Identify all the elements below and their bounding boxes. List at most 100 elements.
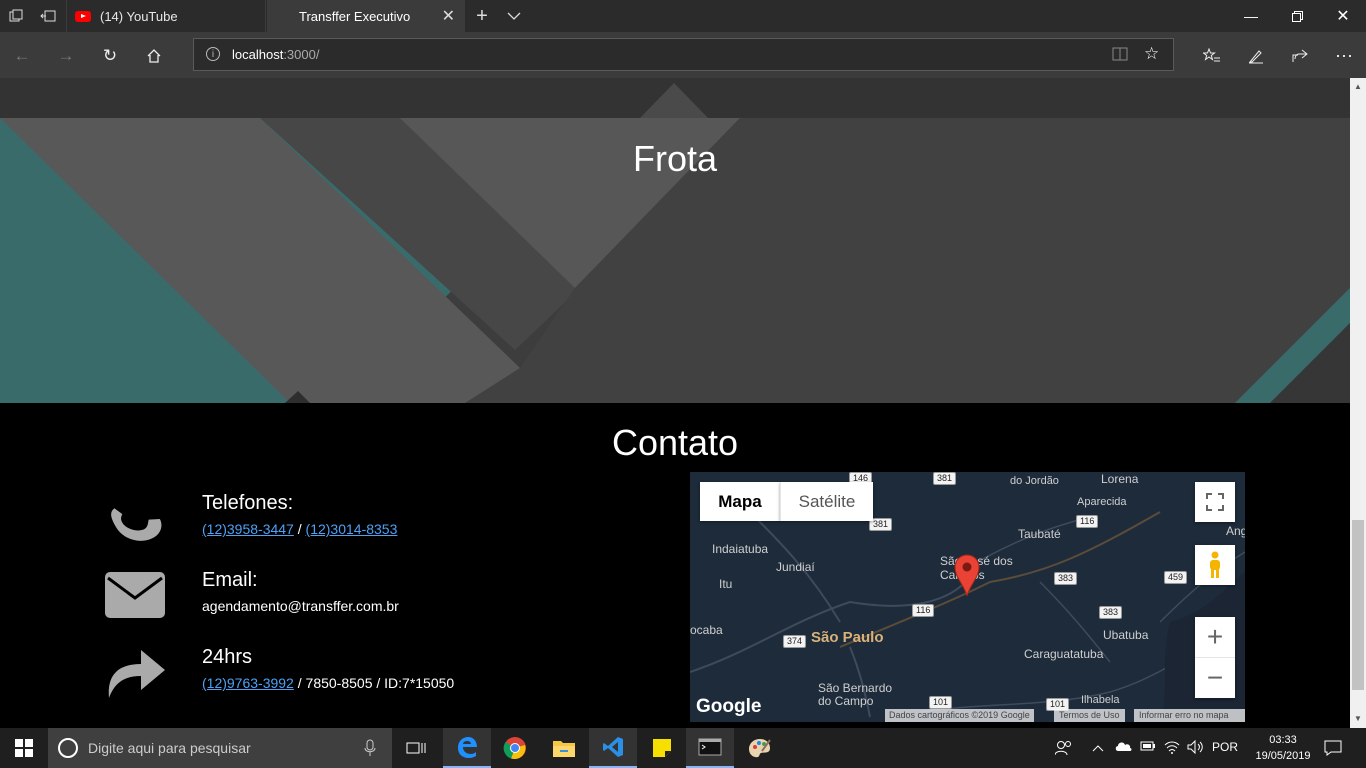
tab-transffer[interactable]: Transffer Executivo ✕: [267, 0, 465, 32]
frota-title: Frota: [632, 138, 718, 179]
map-label: Indaiatuba: [712, 542, 769, 556]
search-placeholder: Digite aqui para pesquisar: [88, 740, 251, 756]
url-host: localhost: [232, 47, 284, 62]
forward-arrow-icon: [105, 646, 165, 706]
set-aside-tabs-icon[interactable]: [40, 8, 56, 24]
wifi-icon[interactable]: [1164, 740, 1180, 757]
web-page: Frota Contato Telefones: (12)3958-3447 /…: [0, 78, 1350, 728]
pen-notes-icon[interactable]: [1244, 44, 1268, 68]
zoom-in-icon[interactable]: +: [1195, 618, 1235, 658]
zoom-out-icon[interactable]: −: [1195, 658, 1235, 698]
tab-label: Transffer Executivo: [299, 8, 411, 24]
clock-date: 19/05/2019: [1255, 750, 1311, 762]
map-label: São Bernardo do Campo: [818, 681, 893, 708]
new-tab-icon[interactable]: +: [474, 6, 490, 26]
battery-icon[interactable]: [1140, 740, 1156, 755]
minimize-icon[interactable]: —: [1228, 0, 1274, 32]
email-address: agendamento@transffer.com.br: [202, 598, 399, 614]
info-icon[interactable]: i: [206, 47, 220, 61]
url-port: :3000/: [283, 47, 320, 62]
favorite-star-icon[interactable]: ☆: [1144, 44, 1159, 64]
map-type-satelite-button[interactable]: Satélite: [780, 482, 873, 521]
paint-icon[interactable]: [736, 728, 784, 768]
refresh-icon[interactable]: ↻: [98, 44, 122, 68]
road-shield: 459: [1164, 571, 1188, 584]
terminal-icon[interactable]: [686, 728, 734, 768]
chevron-down-icon[interactable]: [506, 8, 522, 24]
map-label: Taubaté: [1018, 527, 1061, 541]
map-terms-link[interactable]: Termos de Uso: [1054, 709, 1125, 722]
tab-label: (14) YouTube: [100, 8, 178, 24]
people-icon[interactable]: [1054, 740, 1073, 759]
contato-title: Contato: [611, 422, 739, 463]
windows-start-icon[interactable]: [0, 728, 48, 768]
youtube-icon: [75, 10, 91, 22]
microphone-icon[interactable]: [364, 739, 376, 760]
edge-browser-icon[interactable]: [443, 728, 491, 768]
page-scrollbar[interactable]: ▲ ▼: [1350, 78, 1366, 728]
chrome-icon[interactable]: [491, 728, 539, 768]
close-tab-icon[interactable]: ✕: [442, 6, 455, 26]
phone-link-1[interactable]: (12)3958-3447: [202, 521, 294, 537]
telefones-line: (12)3958-3447 / (12)3014-8353: [202, 521, 397, 537]
tab-manager-icon[interactable]: [8, 8, 24, 24]
cortana-icon: [58, 738, 78, 758]
road-shield: 116: [912, 604, 935, 617]
reading-view-icon[interactable]: [1112, 47, 1128, 66]
map-label: Caraguatatuba: [1024, 647, 1104, 661]
address-bar[interactable]: i localhost:3000/ ☆: [193, 38, 1174, 71]
browser-tab-bar: (14) YouTube Transffer Executivo ✕ + — ✕: [0, 0, 1366, 32]
map-label: Ubatuba: [1103, 628, 1149, 642]
phone-link-2[interactable]: (12)3014-8353: [306, 521, 398, 537]
fullscreen-icon[interactable]: [1195, 482, 1235, 522]
home-icon[interactable]: [142, 44, 166, 68]
onedrive-icon[interactable]: [1114, 740, 1132, 755]
file-explorer-icon[interactable]: [540, 728, 588, 768]
google-map[interactable]: Indaiatuba Jundiaí Itu ocaba São Paulo S…: [690, 472, 1245, 722]
map-label: Ilhabela: [1081, 694, 1120, 706]
chevron-up-icon[interactable]: [1092, 740, 1104, 755]
map-data-credit: Dados cartográficos ©2019 Google: [885, 709, 1034, 722]
restore-icon[interactable]: [1274, 0, 1320, 32]
road-shield: 383: [1054, 572, 1078, 585]
action-center-icon[interactable]: [1324, 740, 1342, 759]
email-title: Email:: [202, 569, 258, 591]
map-label: Lorena: [1101, 472, 1139, 486]
windows-taskbar: Digite aqui para pesquisar POR 03:33 19/…: [0, 728, 1366, 768]
taskbar-search-box[interactable]: Digite aqui para pesquisar: [48, 728, 392, 768]
scroll-down-icon[interactable]: ▼: [1354, 714, 1362, 723]
volume-icon[interactable]: [1187, 739, 1205, 757]
road-shield: 101: [929, 696, 953, 709]
favorites-hub-icon[interactable]: [1200, 44, 1224, 68]
sticky-notes-icon[interactable]: [638, 728, 686, 768]
map-label: Ang: [1226, 524, 1245, 538]
map-type-mapa-button[interactable]: Mapa: [700, 482, 780, 521]
map-label: Jundiaí: [776, 560, 815, 574]
language-indicator[interactable]: POR: [1212, 740, 1238, 754]
close-window-icon[interactable]: ✕: [1320, 0, 1366, 32]
map-marker-icon[interactable]: [954, 554, 980, 596]
frota-section: Frota: [0, 78, 1350, 403]
forward-icon[interactable]: →: [54, 44, 78, 68]
map-label: São José dos Campos: [940, 554, 1013, 582]
separator: /: [293, 521, 306, 537]
road-shield: 383: [1099, 606, 1123, 619]
clock[interactable]: 03:33 19/05/2019: [1250, 732, 1316, 764]
map-label: Itu: [719, 577, 733, 591]
task-view-icon[interactable]: [392, 728, 440, 768]
scroll-up-icon[interactable]: ▲: [1354, 82, 1362, 91]
more-icon[interactable]: ⋯: [1332, 44, 1356, 68]
share-icon[interactable]: [1288, 44, 1312, 68]
map-report-link[interactable]: Informar erro no mapa: [1134, 709, 1245, 722]
pegman-icon[interactable]: [1195, 545, 1235, 585]
vscode-icon[interactable]: [589, 728, 637, 768]
scrollbar-thumb[interactable]: [1352, 520, 1364, 690]
clock-time: 03:33: [1269, 734, 1297, 746]
tab-youtube[interactable]: (14) YouTube: [66, 0, 266, 32]
h24-title: 24hrs: [202, 646, 253, 668]
back-icon[interactable]: ←: [10, 44, 34, 68]
road-shield: 374: [783, 635, 807, 648]
phone-link-24h[interactable]: (12)9763-3992: [202, 675, 294, 691]
phone-icon: [105, 486, 165, 546]
map-label: Aparecida: [1077, 496, 1127, 508]
